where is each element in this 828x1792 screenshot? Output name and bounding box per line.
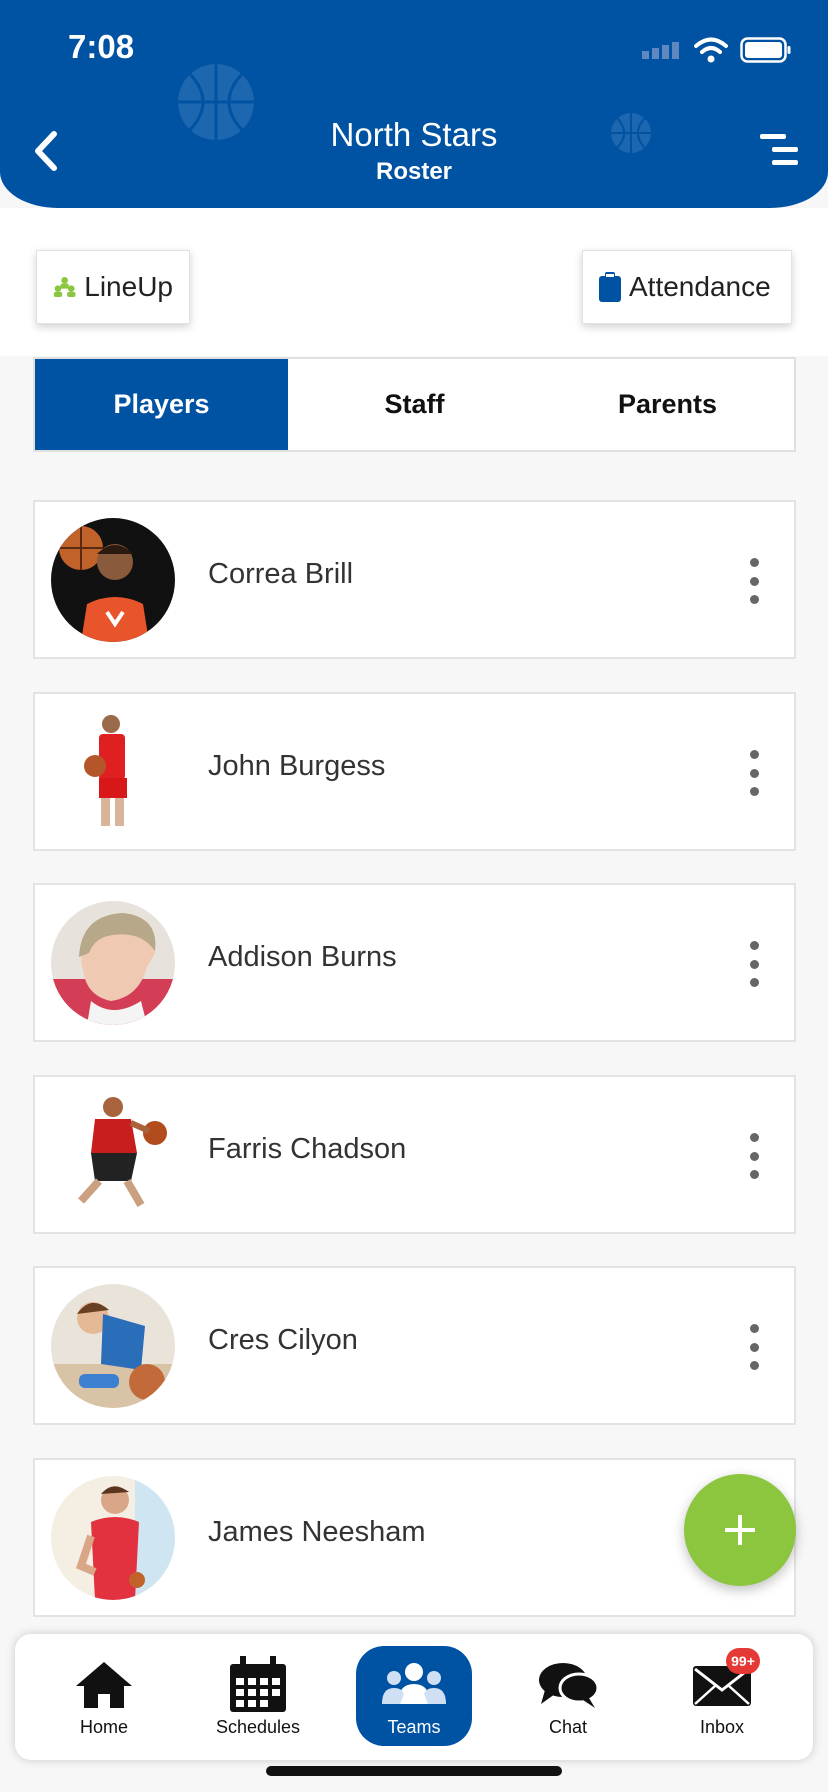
- clipboard-icon: [599, 272, 621, 302]
- avatar: [51, 1476, 175, 1600]
- player-name: Correa Brill: [208, 558, 354, 590]
- nav-home[interactable]: Home: [46, 1646, 162, 1746]
- team-name: North Stars: [330, 116, 498, 153]
- status-icons: [642, 36, 792, 64]
- inbox-badge: 99+: [726, 1648, 760, 1674]
- player-name: Addison Burns: [208, 941, 397, 973]
- nav-inbox-label: Inbox: [699, 1717, 745, 1737]
- add-player-button[interactable]: [684, 1474, 796, 1586]
- nav-home-label: Home: [79, 1717, 128, 1737]
- avatar: [51, 710, 175, 834]
- attendance-button[interactable]: Attendance: [582, 250, 792, 324]
- nav-teams-label: Teams: [387, 1717, 441, 1737]
- more-options-icon[interactable]: [744, 750, 764, 796]
- tab-parents[interactable]: Parents: [541, 359, 794, 450]
- player-row[interactable]: John Burgess: [33, 692, 796, 851]
- chat-icon: [539, 1663, 599, 1708]
- nav-schedules[interactable]: Schedules: [200, 1646, 316, 1746]
- teams-icon: [382, 1663, 446, 1704]
- attendance-label: Attendance: [629, 271, 771, 302]
- nav-inbox[interactable]: 99+ Inbox: [664, 1646, 780, 1746]
- app-header: 7:08 North Stars Roster: [0, 0, 828, 208]
- home-indicator: [266, 1766, 562, 1776]
- avatar: [51, 1284, 175, 1408]
- lineup-label: LineUp: [84, 271, 173, 302]
- home-icon: [76, 1662, 132, 1708]
- lineup-button[interactable]: LineUp: [36, 250, 190, 324]
- plus-icon: [725, 1515, 755, 1545]
- calendar-icon: [230, 1656, 286, 1712]
- roster-tabs: Players Staff Parents: [33, 357, 796, 452]
- wifi-icon: [694, 37, 728, 63]
- avatar: [51, 1093, 175, 1217]
- player-name: James Neesham: [208, 1516, 426, 1548]
- avatar: [51, 518, 175, 642]
- more-options-icon[interactable]: [744, 1133, 764, 1179]
- bottom-nav: Home Schedules Teams Chat 99+ Inbox: [15, 1634, 813, 1760]
- more-options-icon[interactable]: [744, 1324, 764, 1370]
- tab-players[interactable]: Players: [35, 359, 288, 450]
- tab-staff[interactable]: Staff: [288, 359, 541, 450]
- player-row[interactable]: Correa Brill: [33, 500, 796, 659]
- player-name: John Burgess: [208, 750, 386, 782]
- player-row[interactable]: Cres Cilyon: [33, 1266, 796, 1425]
- player-name: Cres Cilyon: [208, 1324, 358, 1356]
- nav-teams[interactable]: Teams: [356, 1646, 472, 1746]
- player-row[interactable]: Farris Chadson: [33, 1075, 796, 1234]
- more-options-icon[interactable]: [744, 941, 764, 987]
- menu-icon[interactable]: [758, 130, 800, 170]
- status-time: 7:08: [68, 28, 135, 65]
- player-name: Farris Chadson: [208, 1133, 407, 1165]
- more-options-icon[interactable]: [744, 558, 764, 604]
- avatar: [51, 901, 175, 1025]
- battery-icon: [740, 37, 791, 63]
- player-row[interactable]: James Neesham: [33, 1458, 796, 1617]
- player-row[interactable]: Addison Burns: [33, 883, 796, 1042]
- nav-chat-label: Chat: [548, 1717, 588, 1737]
- header-title: North Stars Roster: [0, 116, 828, 186]
- signal-icon: [642, 42, 679, 59]
- nav-chat[interactable]: Chat: [510, 1646, 626, 1746]
- lineup-icon: [53, 277, 76, 297]
- nav-schedules-label: Schedules: [215, 1717, 301, 1737]
- action-bar: LineUp Attendance: [0, 208, 828, 356]
- page-title: Roster: [375, 158, 453, 185]
